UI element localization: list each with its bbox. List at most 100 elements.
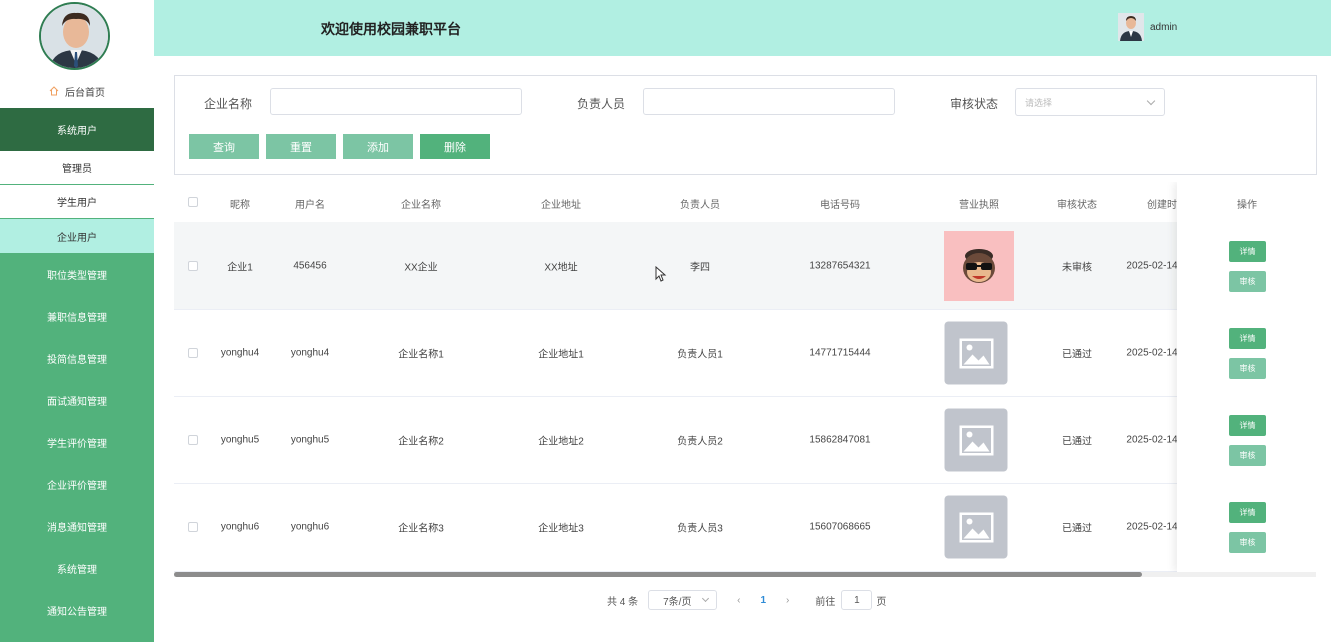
sidebar-item-resume-info[interactable]: 投简信息管理	[0, 337, 154, 379]
total-count: 共 4 条	[607, 596, 639, 608]
table-row[interactable]: 企业1 456456 XX企业 XX地址 李四 13287654321 未审核 …	[174, 222, 1316, 310]
cell-contact: 负责人员2	[677, 436, 723, 448]
table-row[interactable]: yonghu6 yonghu6 企业名称3 企业地址3 负责人员3 156070…	[174, 484, 1316, 572]
col-contact[interactable]: 负责人员	[680, 196, 720, 211]
col-license[interactable]: 营业执照	[959, 196, 999, 211]
row-checkbox[interactable]	[188, 348, 198, 358]
cell-company: XX企业	[404, 262, 438, 274]
sidebar-item-message-notice[interactable]: 消息通知管理	[0, 505, 154, 547]
cell-address: XX地址	[544, 262, 578, 274]
col-nickname[interactable]: 昵称	[230, 196, 250, 211]
company-users-table: 昵称 用户名 企业名称 企业地址 负责人员 电话号码 营业执照 审核状态 创建时…	[174, 182, 1316, 572]
cell-phone: 13287654321	[809, 260, 871, 272]
page-unit-label: 页	[876, 596, 887, 608]
col-created[interactable]: 创建时	[1147, 196, 1177, 211]
scrollbar-thumb[interactable]	[174, 572, 1142, 577]
user-avatar	[1118, 13, 1144, 41]
col-phone[interactable]: 电话号码	[820, 196, 860, 211]
page-size-select[interactable]: 7条/页	[648, 590, 718, 610]
detail-button[interactable]: 详情	[1229, 241, 1266, 262]
contact-label: 负责人员	[577, 97, 626, 111]
admin-avatar	[39, 2, 110, 70]
company-name-label: 企业名称	[204, 97, 253, 111]
row-checkbox[interactable]	[188, 522, 198, 532]
status-label: 审核状态	[950, 97, 999, 111]
cell-contact: 负责人员1	[677, 349, 723, 361]
sidebar-item-student-review[interactable]: 学生评价管理	[0, 421, 154, 463]
delete-button[interactable]: 删除	[420, 134, 490, 159]
sidebar-item-job-types[interactable]: 职位类型管理	[0, 253, 154, 295]
cell-status: 已通过	[1062, 436, 1092, 448]
col-status[interactable]: 审核状态	[1057, 196, 1097, 211]
cell-created: 2025-02-14	[1126, 260, 1178, 272]
cell-username: yonghu5	[290, 434, 330, 446]
status-select-placeholder: 请选择	[1025, 97, 1053, 108]
table-horizontal-scrollbar[interactable]	[174, 572, 1316, 577]
status-select[interactable]: 请选择	[1015, 88, 1165, 116]
prev-page-icon[interactable]: ‹	[737, 595, 740, 606]
cell-username: yonghu6	[290, 521, 330, 533]
reset-button[interactable]: 重置	[266, 134, 336, 159]
col-company-name[interactable]: 企业名称	[401, 196, 441, 211]
username-label: admin	[1150, 21, 1178, 33]
query-button[interactable]: 查询	[189, 134, 259, 159]
cell-status: 已通过	[1062, 523, 1092, 535]
sidebar-item-interview-notice[interactable]: 面试通知管理	[0, 379, 154, 421]
cell-company: 企业名称2	[398, 436, 444, 448]
sidebar-item-company-users[interactable]: 企业用户	[0, 219, 154, 253]
review-button[interactable]: 审核	[1229, 358, 1266, 379]
sidebar-group-system-users[interactable]: 系统用户	[0, 108, 154, 151]
review-button[interactable]: 审核	[1229, 445, 1266, 466]
top-header: 欢迎使用校园兼职平台 admin	[154, 0, 1331, 56]
review-button[interactable]: 审核	[1229, 532, 1266, 553]
license-image[interactable]	[944, 495, 1008, 559]
goto-page-input[interactable]: 1	[841, 590, 873, 610]
company-name-input[interactable]	[270, 88, 522, 115]
page-number[interactable]: 1	[760, 595, 766, 606]
sidebar-home-link[interactable]: 后台首页	[0, 82, 154, 100]
mouse-cursor-icon	[655, 266, 667, 282]
cell-created: 2025-02-14	[1126, 434, 1178, 446]
add-button[interactable]: 添加	[343, 134, 413, 159]
detail-button[interactable]: 详情	[1229, 328, 1266, 349]
home-label: 后台首页	[65, 87, 105, 99]
review-button[interactable]: 审核	[1229, 271, 1266, 292]
sidebar-item-announcements[interactable]: 通知公告管理	[0, 589, 154, 631]
license-image[interactable]	[944, 231, 1014, 301]
license-image[interactable]	[944, 408, 1008, 472]
next-page-icon[interactable]: ›	[786, 595, 789, 606]
cell-created: 2025-02-14	[1126, 521, 1178, 533]
sidebar-item-student-users[interactable]: 学生用户	[0, 185, 154, 219]
row-checkbox[interactable]	[188, 435, 198, 445]
user-menu[interactable]: admin	[1118, 13, 1177, 41]
cell-username: yonghu4	[290, 347, 330, 359]
image-placeholder-icon	[959, 425, 993, 455]
cell-address: 企业地址1	[538, 349, 584, 361]
cell-contact: 李四	[690, 262, 710, 274]
table-row[interactable]: yonghu4 yonghu4 企业名称1 企业地址1 负责人员1 147717…	[174, 310, 1316, 397]
col-company-address[interactable]: 企业地址	[541, 196, 581, 211]
sidebar-item-company-review[interactable]: 企业评价管理	[0, 463, 154, 505]
row-checkbox[interactable]	[188, 261, 198, 271]
contact-input[interactable]	[643, 88, 895, 115]
page-size-value: 7条/页	[663, 596, 692, 608]
table-row[interactable]: yonghu5 yonghu5 企业名称2 企业地址2 负责人员2 158628…	[174, 397, 1316, 484]
col-username[interactable]: 用户名	[295, 196, 325, 211]
col-operations: 操作	[1237, 200, 1257, 211]
cell-address: 企业地址3	[538, 523, 584, 535]
sidebar-item-system[interactable]: 系统管理	[0, 547, 154, 589]
sidebar-profile: 后台首页	[0, 0, 154, 108]
pagination: 共 4 条 7条/页 ‹ 1 › 前往 1 页	[607, 590, 886, 610]
detail-button[interactable]: 详情	[1229, 415, 1266, 436]
cell-status: 已通过	[1062, 349, 1092, 361]
detail-button[interactable]: 详情	[1229, 502, 1266, 523]
cell-phone: 15607068665	[809, 521, 871, 533]
license-image[interactable]	[944, 321, 1008, 385]
sidebar-item-parttime-info[interactable]: 兼职信息管理	[0, 295, 154, 337]
chevron-down-icon	[702, 594, 710, 603]
sidebar-item-admin[interactable]: 管理员	[0, 151, 154, 185]
cell-nickname: 企业1	[227, 262, 253, 274]
select-all-checkbox[interactable]	[188, 197, 198, 207]
chevron-down-icon	[1146, 96, 1156, 106]
search-panel: 企业名称 负责人员 审核状态 请选择 查询 重置 添加 删除	[174, 75, 1317, 175]
